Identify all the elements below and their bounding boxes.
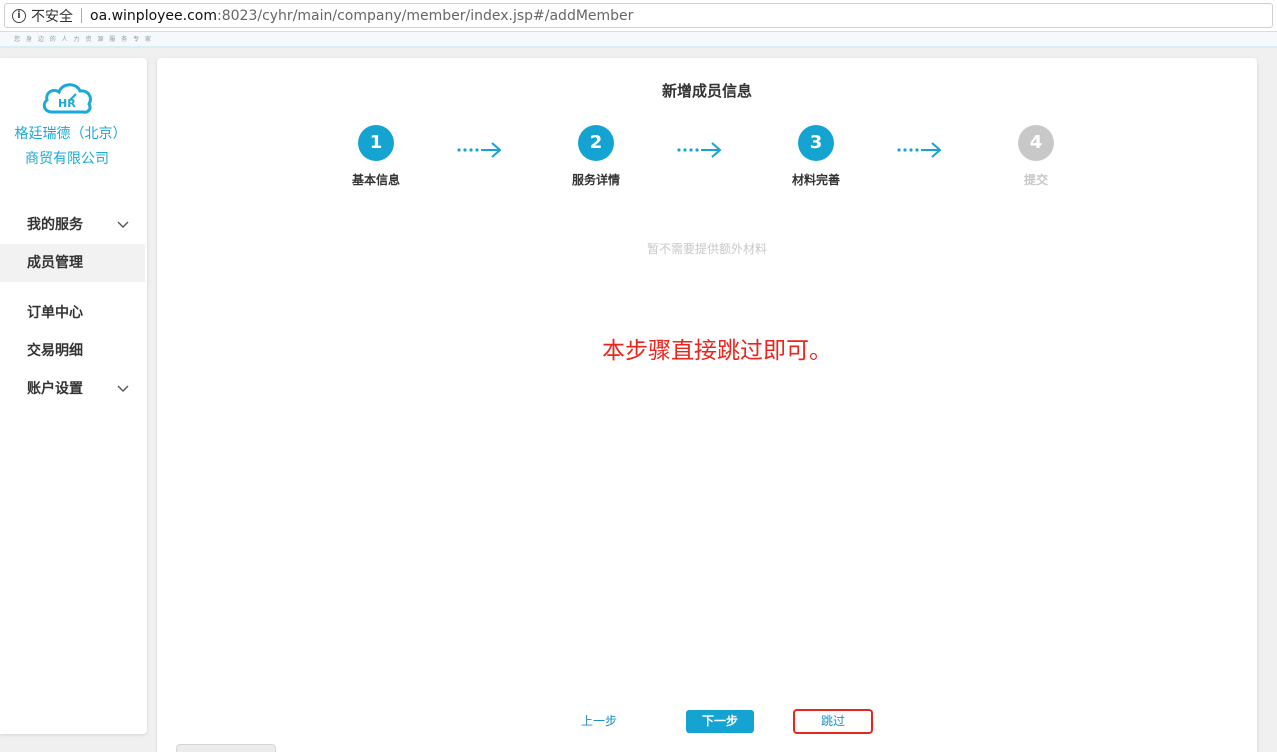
sidebar: HR 格廷瑞德（北京）商贸有限公司 我的服务 成员管理 订单中心 交易明细 账户… — [0, 58, 147, 734]
step-number: 4 — [1018, 125, 1054, 161]
sidebar-item-label: 订单中心 — [27, 305, 83, 321]
sidebar-item-order-center[interactable]: 订单中心 — [0, 294, 145, 332]
sidebar-item-member-management[interactable]: 成员管理 — [0, 244, 145, 282]
step-basic-info: 1 基本信息 — [331, 125, 421, 188]
sidebar-item-account-settings[interactable]: 账户设置 — [0, 370, 145, 408]
url-path[interactable]: :8023/cyhr/main/company/member/index.jsp… — [217, 8, 633, 24]
step-number: 2 — [578, 125, 614, 161]
next-step-button[interactable]: 下一步 — [686, 710, 754, 733]
step-label: 服务详情 — [571, 173, 620, 187]
dotted-arrow-icon — [457, 142, 502, 158]
url-host[interactable]: oa.winployee.com — [90, 8, 217, 24]
step-label: 材料完善 — [791, 173, 840, 187]
browser-address-bar: i 不安全 oa.winployee.com:8023/cyhr/main/co… — [0, 0, 1277, 32]
no-material-message: 暂不需要提供额外材料 — [646, 242, 767, 256]
chevron-down-icon — [117, 221, 129, 228]
sidebar-item-label: 交易明细 — [27, 343, 83, 359]
company-name: 格廷瑞德（北京）商贸有限公司 — [14, 126, 120, 167]
dotted-arrow-icon — [677, 142, 722, 158]
sidebar-item-my-services[interactable]: 我的服务 — [0, 206, 145, 244]
page-title: 新增成员信息 — [661, 82, 752, 100]
url-bar[interactable]: i 不安全 oa.winployee.com:8023/cyhr/main/co… — [4, 3, 1273, 28]
step-number: 1 — [358, 125, 394, 161]
site-header: 您 身 边 的 人 力 资 源 服 务 专 家 — [0, 32, 1277, 48]
step-service-details: 2 服务详情 — [551, 125, 641, 188]
svg-text:HR: HR — [58, 97, 76, 110]
url-separator — [81, 8, 82, 23]
step-submit: 4 提交 — [991, 125, 1081, 188]
chevron-down-icon — [117, 385, 129, 392]
bottom-tab[interactable] — [176, 744, 276, 752]
info-icon[interactable]: i — [12, 8, 26, 23]
sidebar-item-label: 成员管理 — [27, 255, 83, 271]
sidebar-item-label: 账户设置 — [27, 381, 83, 397]
previous-step-button[interactable]: 上一步 — [577, 710, 621, 732]
hr-cloud-logo-icon: HR — [42, 83, 92, 114]
step-number: 3 — [798, 125, 834, 161]
security-label[interactable]: 不安全 — [31, 6, 73, 26]
sidebar-item-transactions[interactable]: 交易明细 — [0, 332, 145, 370]
step-materials: 3 材料完善 — [771, 125, 861, 188]
step-label: 提交 — [1023, 173, 1048, 187]
main-panel: 新增成员信息 1 基本信息 2 服务详情 3 材料完善 4 提交 暂不需要提供额… — [157, 58, 1257, 752]
sidebar-item-label: 我的服务 — [27, 217, 83, 233]
skip-button[interactable]: 跳过 — [793, 709, 873, 734]
step-label: 基本信息 — [351, 173, 400, 187]
header-slogan: 您 身 边 的 人 力 资 源 服 务 专 家 — [14, 36, 153, 43]
annotation-text: 本步骤直接跳过即可。 — [602, 338, 832, 364]
dotted-arrow-icon — [897, 142, 942, 158]
